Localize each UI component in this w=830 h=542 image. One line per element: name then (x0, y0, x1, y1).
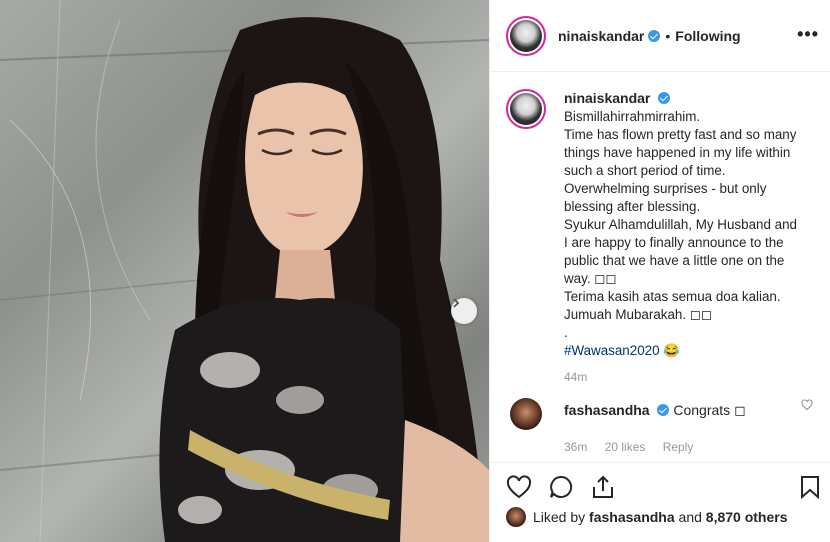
liker-avatar (506, 507, 526, 527)
reply-button[interactable]: Reply (663, 440, 694, 454)
separator: • (665, 27, 671, 44)
caption-line: Terima kasih atas semua doa kalian. Jumu… (564, 289, 781, 322)
more-options-icon[interactable]: ••• (797, 24, 819, 45)
verified-badge-icon (648, 29, 661, 42)
comment-body: Congrats ◻ (673, 402, 746, 418)
liker-username[interactable]: fashasandha (589, 509, 675, 525)
caption-text: ninaiskandar Bismillahirrahmirrahim. Tim… (564, 89, 804, 386)
comment-item: fashasandha Congrats ◻ (506, 398, 815, 430)
verified-badge-icon (657, 404, 670, 416)
action-bar (490, 462, 830, 512)
share-icon[interactable] (590, 475, 616, 504)
commenter-username[interactable]: fashasandha (564, 402, 650, 418)
commenter-avatar[interactable] (510, 398, 542, 430)
photo-illustration (0, 0, 489, 542)
bookmark-icon[interactable] (799, 475, 821, 504)
comment-text: fashasandha Congrats ◻ (564, 402, 746, 419)
caption-time[interactable]: 44m (564, 368, 804, 386)
verified-badge-icon (658, 92, 671, 104)
post-detail-panel: ninaiskandar • Following ••• ninaiskanda… (489, 0, 830, 542)
comments-section[interactable]: ninaiskandar Bismillahirrahmirrahim. Tim… (490, 73, 830, 461)
next-image-button[interactable] (451, 298, 477, 324)
caption-avatar[interactable] (506, 89, 546, 129)
likes-and: and (678, 509, 702, 525)
likes-summary[interactable]: Liked by fashasandha and 8,870 others (506, 507, 788, 527)
author-avatar[interactable] (506, 15, 546, 56)
following-button[interactable]: Following (675, 28, 740, 44)
comment-meta: 36m 20 likes Reply (564, 440, 815, 454)
comment-icon[interactable] (548, 475, 574, 504)
comment-like-heart-icon[interactable] (801, 398, 813, 414)
comment-likes[interactable]: 20 likes (605, 440, 646, 454)
caption-username[interactable]: ninaiskandar (564, 90, 650, 106)
caption-line: . (564, 325, 568, 340)
post-photo[interactable] (0, 0, 489, 542)
caption-line: Bismillahirrahmirrahim. (564, 109, 701, 124)
emoji: 😂 (663, 343, 680, 358)
caption-line: Syukur Alhamdulillah, My Husband and I a… (564, 217, 797, 286)
author-username[interactable]: ninaiskandar (558, 28, 644, 44)
heart-icon[interactable] (506, 475, 532, 504)
liked-by-prefix: Liked by (533, 509, 586, 525)
post-header: ninaiskandar • Following ••• (490, 0, 830, 72)
likes-count[interactable]: 8,870 others (706, 509, 788, 525)
caption-line: Time has flown pretty fast and so many t… (564, 127, 797, 214)
hashtag-link[interactable]: #Wawasan2020 (564, 343, 660, 358)
comment-time[interactable]: 36m (564, 440, 587, 454)
caption-row: ninaiskandar Bismillahirrahmirrahim. Tim… (506, 89, 815, 386)
